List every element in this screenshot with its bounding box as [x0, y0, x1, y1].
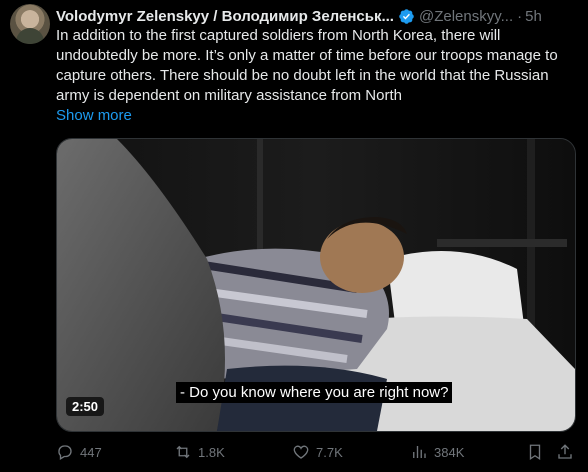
tweet-actions: 447 1.8K 7.7K 384K — [56, 443, 576, 463]
author-avatar[interactable] — [10, 4, 50, 44]
views-count: 384K — [434, 444, 465, 460]
bookmark-button[interactable] — [526, 443, 550, 461]
repost-count: 1.8K — [198, 444, 225, 460]
video-duration: 2:50 — [66, 397, 105, 416]
tweet-header: Volodymyr Zelenskyy / Володимир Зеленськ… — [56, 6, 578, 26]
views-button[interactable]: 384K — [410, 443, 464, 461]
verified-badge-icon — [399, 8, 414, 24]
share-icon — [558, 444, 572, 459]
reply-icon — [58, 445, 72, 460]
bookmark-icon — [529, 444, 541, 461]
like-count: 7.7K — [316, 444, 343, 460]
repost-icon — [176, 445, 190, 459]
author-handle[interactable]: @Zelenskyy... — [419, 8, 513, 25]
views-icon — [413, 446, 426, 458]
reply-button[interactable]: 447 — [56, 443, 102, 461]
tweet-text: In addition to the first captured soldie… — [56, 27, 558, 104]
post-time[interactable]: 5h — [525, 8, 542, 25]
author-name[interactable]: Volodymyr Zelenskyy / Володимир Зеленськ… — [56, 8, 394, 25]
show-more-link[interactable]: Show more — [56, 107, 132, 124]
repost-button[interactable]: 1.8K — [174, 443, 225, 461]
separator-dot: · — [517, 7, 523, 25]
reply-count: 447 — [80, 444, 102, 460]
like-button[interactable]: 7.7K — [292, 443, 343, 461]
share-button[interactable] — [556, 443, 580, 461]
video-subtitle: - Do you know where you are right now? — [176, 382, 453, 403]
heart-icon — [293, 445, 309, 459]
